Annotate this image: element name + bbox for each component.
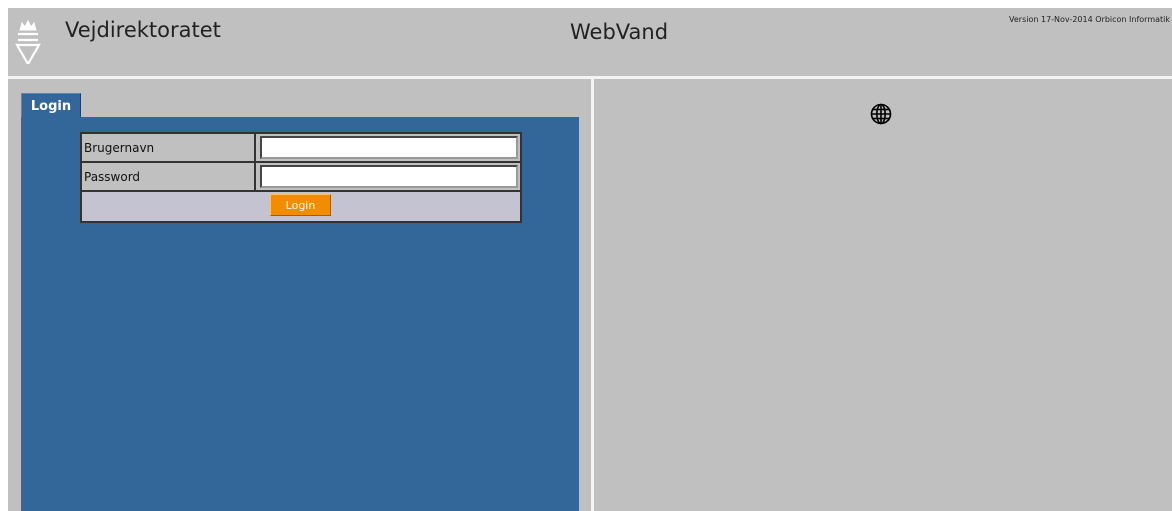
map-pane <box>594 79 1172 511</box>
username-row: Brugernavn <box>82 134 520 161</box>
username-label: Brugernavn <box>82 134 256 161</box>
tab-login[interactable]: Login <box>21 93 81 118</box>
org-name: Vejdirektoratet <box>65 18 221 42</box>
crown-triangle-icon <box>15 19 41 64</box>
header: Vejdirektoratet WebVand Version 17-Nov-2… <box>8 8 1172 76</box>
login-button[interactable]: Login <box>270 194 331 216</box>
password-label: Password <box>82 163 256 190</box>
submit-row: Login <box>82 192 520 221</box>
version-info: Version 17-Nov-2014 Orbicon Informatik <box>1009 15 1170 24</box>
globe-icon[interactable] <box>870 103 892 125</box>
left-pane: Login Brugernavn Password Login <box>8 79 591 511</box>
password-row: Password <box>82 163 520 190</box>
app-window: Vejdirektoratet WebVand Version 17-Nov-2… <box>8 8 1172 511</box>
username-input[interactable] <box>260 136 518 159</box>
app-name: WebVand <box>570 20 669 44</box>
password-input[interactable] <box>260 165 518 188</box>
login-form: Brugernavn Password Login <box>80 132 522 223</box>
login-tab-panel: Brugernavn Password Login <box>21 117 579 511</box>
